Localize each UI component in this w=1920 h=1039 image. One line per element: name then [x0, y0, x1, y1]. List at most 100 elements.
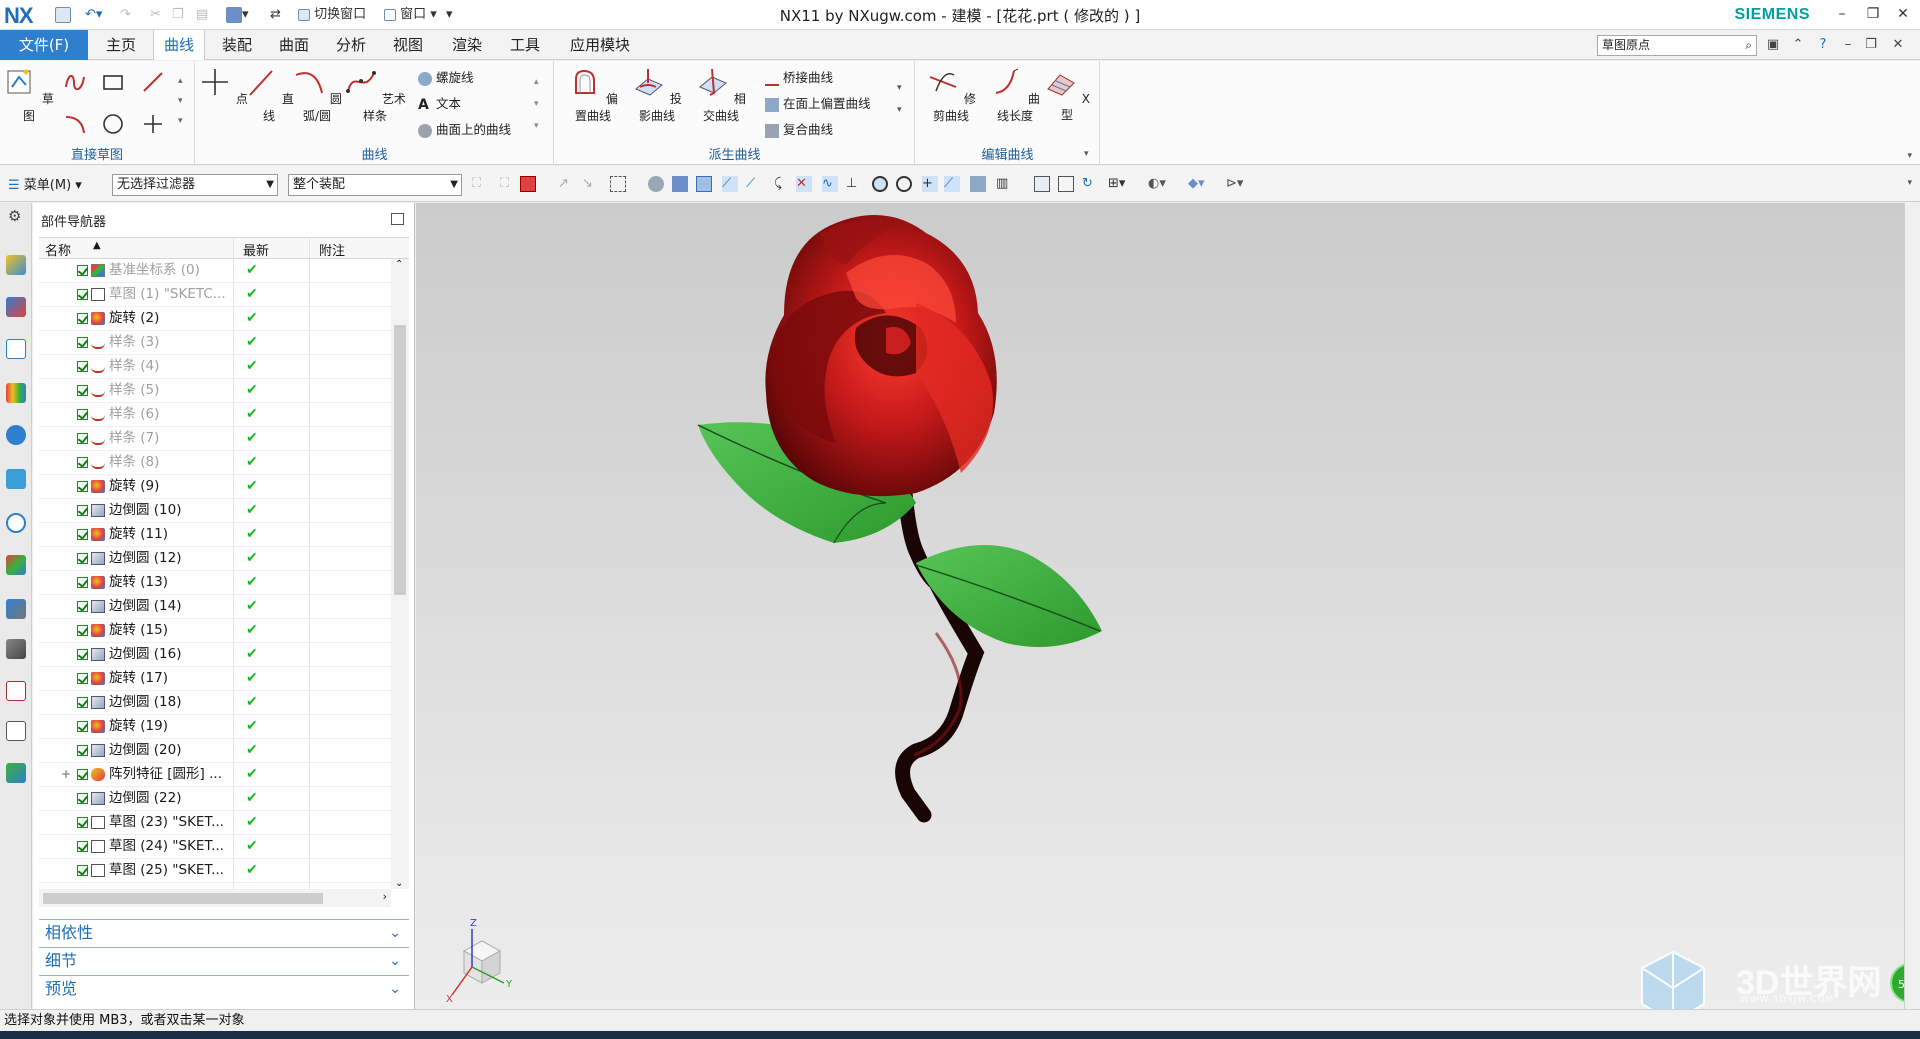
copy-icon[interactable]: ❐ — [172, 6, 184, 24]
gallery-more-icon[interactable]: ▴ ▾ ▾ — [534, 71, 539, 137]
ribbon-overflow-icon[interactable]: ▾ — [1907, 151, 1912, 161]
intersection-point-icon[interactable]: ✕ — [796, 176, 812, 192]
system-materials-icon[interactable] — [6, 555, 26, 575]
zoom-icon[interactable] — [1058, 176, 1074, 192]
doc-close-icon[interactable]: ✕ — [1890, 37, 1906, 53]
tab-view[interactable]: 视图 — [383, 30, 433, 60]
tree-row[interactable]: 样条 (4) ✔ — [39, 355, 391, 379]
roles-icon[interactable] — [6, 681, 26, 701]
search-icon[interactable]: ⌕ — [1745, 36, 1752, 55]
assembly-navigator-icon[interactable] — [6, 255, 26, 275]
line-button[interactable]: 直线 — [242, 63, 296, 124]
tab-applications[interactable]: 应用模块 — [560, 30, 640, 60]
visibility-checkbox[interactable] — [77, 409, 88, 420]
visibility-checkbox[interactable] — [77, 433, 88, 444]
bridge-curve-button[interactable]: 桥接曲线 — [765, 67, 833, 89]
visibility-checkbox[interactable] — [77, 481, 88, 492]
tab-tools[interactable]: 工具 — [500, 30, 550, 60]
projected-curve-button[interactable]: 投影曲线 — [627, 63, 687, 124]
viewport-scrollbar[interactable] — [1904, 203, 1920, 1009]
visibility-checkbox[interactable] — [77, 745, 88, 756]
scroll-down-icon[interactable]: ⌄ — [395, 878, 403, 889]
hd3d-tools-icon[interactable] — [6, 425, 26, 445]
scroll-right-icon[interactable]: › — [383, 890, 387, 903]
tab-analysis[interactable]: 分析 — [326, 30, 376, 60]
studio-spline-button[interactable]: 艺术样条 — [344, 63, 406, 124]
navigator-maximize-icon[interactable] — [391, 213, 404, 225]
control-point-icon[interactable]: ⤹ — [774, 176, 790, 192]
tree-row[interactable]: 样条 (5) ✔ — [39, 379, 391, 403]
tree-row[interactable]: 旋转 (9) ✔ — [39, 475, 391, 499]
curve-on-surface-button[interactable]: 曲面上的曲线 — [418, 119, 511, 141]
arc-circle-button[interactable]: 圆弧/圆 — [290, 63, 344, 124]
visibility-checkbox[interactable] — [77, 865, 88, 876]
doc-restore-icon[interactable]: ❐ — [1863, 37, 1879, 53]
rectangle-select-icon[interactable] — [610, 176, 626, 192]
cut-icon[interactable]: ✂ — [150, 6, 161, 24]
tree-row[interactable]: 旋转 (13) ✔ — [39, 571, 391, 595]
sketch-button[interactable]: 草图 — [2, 63, 56, 124]
point-on-curve-icon[interactable]: ⟋ — [944, 176, 960, 192]
main-menu-button[interactable]: ☰ 菜单(M) ▾ — [8, 174, 82, 193]
toolbar-overflow-icon[interactable]: ▾ — [1907, 178, 1912, 188]
expand-icon[interactable]: + — [61, 763, 71, 786]
tab-curve[interactable]: 曲线 — [153, 30, 206, 60]
constraint-navigator-icon[interactable] — [6, 297, 26, 317]
offset-curve-button[interactable]: 偏置曲线 — [563, 63, 623, 124]
point-small-icon[interactable] — [140, 111, 166, 137]
composite-curve-button[interactable]: 复合曲线 — [765, 119, 833, 141]
tree-row[interactable]: 样条 (6) ✔ — [39, 403, 391, 427]
rectangle-icon[interactable] — [100, 69, 126, 95]
line-small-icon[interactable] — [140, 69, 166, 95]
circle-icon[interactable] — [100, 111, 126, 137]
tree-row[interactable]: 旋转 (17) ✔ — [39, 667, 391, 691]
edit-section-icon[interactable]: ⊳▾ — [1226, 176, 1243, 192]
general-select-icon[interactable]: ⛶ — [472, 176, 488, 192]
file-menu-button[interactable]: 文件(F) — [0, 30, 88, 60]
arc-small-icon[interactable] — [62, 111, 88, 137]
tree-row[interactable]: 旋转 (11) ✔ — [39, 523, 391, 547]
tab-surface[interactable]: 曲面 — [269, 30, 319, 60]
point-on-surface-icon[interactable] — [970, 176, 986, 192]
ribbon-options-icon[interactable]: ▣ — [1765, 37, 1781, 53]
tree-row[interactable]: + 阵列特征 [圆形] ... ✔ — [39, 763, 391, 787]
tree-row[interactable]: 边倒圆 (22) ✔ — [39, 787, 391, 811]
visibility-checkbox[interactable] — [77, 577, 88, 588]
selection-scope-select[interactable]: 整个装配 ▼ — [288, 174, 462, 196]
tree-row[interactable]: 基准坐标系 (0) ✔ — [39, 259, 391, 283]
rose-model[interactable] — [416, 203, 1920, 1009]
select-intent-icon[interactable]: ↗ — [558, 176, 574, 192]
tab-render[interactable]: 渲染 — [442, 30, 492, 60]
visibility-checkbox[interactable] — [77, 697, 88, 708]
solid-body-icon[interactable] — [672, 176, 688, 192]
render-style-icon[interactable]: ◐▾ — [1148, 176, 1166, 192]
visibility-checkbox[interactable] — [77, 289, 88, 300]
deselect-icon[interactable]: ↘ — [582, 176, 598, 192]
tree-row[interactable]: 边倒圆 (10) ✔ — [39, 499, 391, 523]
scroll-up-icon[interactable]: ⌃ — [395, 259, 403, 270]
column-name[interactable]: 名称 — [45, 240, 71, 259]
system-scene-icon[interactable] — [6, 721, 26, 741]
tree-row[interactable]: 旋转 (19) ✔ — [39, 715, 391, 739]
horizontal-scroll-thumb[interactable] — [43, 893, 323, 904]
intersection-curve-button[interactable]: 相交曲线 — [691, 63, 751, 124]
panel-details[interactable]: 细节 ⌄ — [39, 947, 409, 973]
history-icon[interactable] — [6, 513, 26, 533]
bounded-grid-icon[interactable]: ▥ — [996, 176, 1012, 192]
quick-access-dropdown-icon[interactable]: ▾ — [446, 6, 453, 24]
reuse-library-icon[interactable] — [6, 383, 26, 403]
collapse-ribbon-icon[interactable]: ⌃ — [1790, 37, 1806, 53]
navigator-horizontal-scrollbar[interactable]: › — [39, 889, 391, 907]
navigator-vertical-scrollbar[interactable]: ⌃ ⌄ — [391, 259, 409, 889]
tree-row[interactable]: 草图 (24) "SKET... ✔ — [39, 835, 391, 859]
command-finder-input[interactable]: 草图原点 ⌕ — [1597, 35, 1757, 56]
curve-rule-icon[interactable] — [648, 176, 664, 192]
rotate-icon[interactable]: ↻ — [1082, 176, 1098, 192]
wcs-icon[interactable]: ◆▾ — [1188, 176, 1205, 192]
gallery-scroll-icon[interactable]: ▴ ▾ ▾ — [178, 71, 183, 131]
curve-point-icon[interactable]: ∿ — [822, 176, 838, 192]
feature-select-icon[interactable]: ⛶ — [500, 176, 516, 192]
fit-view-icon[interactable] — [1034, 176, 1050, 192]
manufacturing-wizard-icon[interactable] — [6, 639, 26, 659]
quadrant-point-icon[interactable] — [896, 176, 912, 192]
